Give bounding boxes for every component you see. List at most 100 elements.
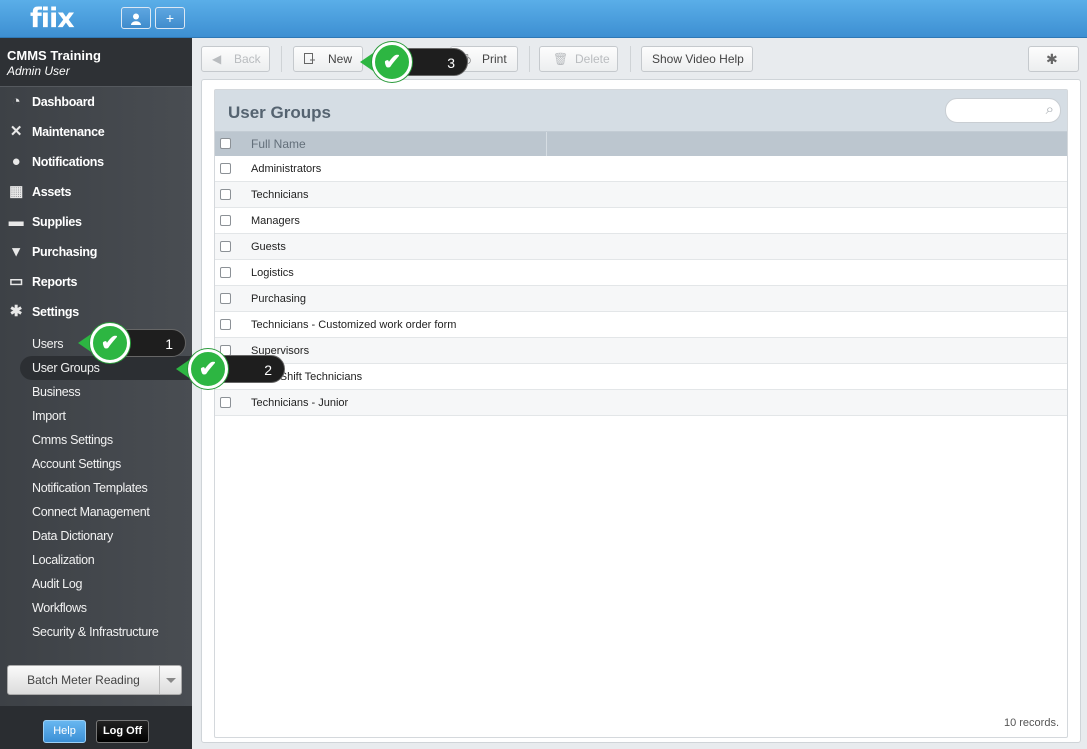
row-full-name[interactable]: Administrators xyxy=(251,156,321,182)
back-button[interactable]: ◀ Back xyxy=(201,46,270,72)
settings-business[interactable]: Business xyxy=(20,380,192,404)
chevron-down-icon[interactable] xyxy=(166,678,176,683)
row-full-name[interactable]: Logistics xyxy=(251,260,294,286)
settings-connect-management[interactable]: Connect Management xyxy=(20,500,192,524)
truck-icon: ▬ xyxy=(8,213,24,230)
user-icon xyxy=(131,10,141,25)
column-header-full-name[interactable]: Full Name xyxy=(251,132,306,156)
callout-number: 1 xyxy=(122,329,186,357)
table-row[interactable]: Guests xyxy=(215,234,1067,260)
row-full-name[interactable]: Technicians xyxy=(251,182,308,208)
row-checkbox[interactable] xyxy=(220,189,231,200)
row-checkbox[interactable] xyxy=(220,397,231,408)
checkmark-icon: ✔ xyxy=(188,349,228,389)
nav-label: Assets xyxy=(32,185,72,199)
nav-label: Notifications xyxy=(32,155,104,169)
checkmark-icon: ✔ xyxy=(372,42,412,82)
table-row[interactable]: Logistics xyxy=(215,260,1067,286)
table-row[interactable]: Managers xyxy=(215,208,1067,234)
toolbar-divider xyxy=(281,46,282,72)
add-button[interactable]: + xyxy=(155,7,185,29)
row-full-name[interactable]: Managers xyxy=(251,208,300,234)
settings-account-settings[interactable]: Account Settings xyxy=(20,452,192,476)
gear-icon: ✱ xyxy=(9,303,23,320)
current-user: Admin User xyxy=(7,64,70,78)
table-row[interactable]: Technicians - Junior xyxy=(215,390,1067,416)
table-header: Full Name xyxy=(215,132,1067,156)
batch-meter-reading-dropdown[interactable]: Batch Meter Reading xyxy=(7,665,182,695)
sidebar-footer: Help Log Off xyxy=(0,706,192,749)
settings-audit-log[interactable]: Audit Log xyxy=(20,572,192,596)
company-name: CMMS Training xyxy=(7,48,101,63)
panel-header: User Groups ⌕ xyxy=(215,90,1067,132)
search-icon: ⌕ xyxy=(1045,101,1054,118)
callout-step-3: 3 ✔ xyxy=(360,42,468,82)
new-button[interactable]: New xyxy=(293,46,363,72)
sidebar: CMMS Training Admin User ◔ Dashboard ✕ M… xyxy=(0,38,192,749)
settings-workflows[interactable]: Workflows xyxy=(20,596,192,620)
table-row[interactable]: Administrators xyxy=(215,156,1067,182)
table-row[interactable]: Purchasing xyxy=(215,286,1067,312)
table-row[interactable]: Technicians xyxy=(215,182,1067,208)
page-title: User Groups xyxy=(228,103,331,122)
nav-label: Settings xyxy=(32,305,79,319)
nav-dashboard[interactable]: ◔ Dashboard xyxy=(0,87,192,117)
help-button[interactable]: Help xyxy=(43,720,86,743)
row-checkbox[interactable] xyxy=(220,293,231,304)
nav-settings[interactable]: ✱ Settings xyxy=(0,297,192,327)
user-button[interactable] xyxy=(121,7,151,29)
row-checkbox[interactable] xyxy=(220,215,231,226)
chart-icon: ▭ xyxy=(9,273,23,290)
nav-label: Dashboard xyxy=(32,95,95,109)
table-row[interactable]: Night Shift Technicians xyxy=(215,364,1067,390)
nav-supplies[interactable]: ▬ Supplies xyxy=(0,207,192,237)
batch-meter-reading-button[interactable]: Batch Meter Reading xyxy=(8,666,160,694)
column-divider xyxy=(546,132,547,156)
settings-notification-templates[interactable]: Notification Templates xyxy=(20,476,192,500)
box-icon: ▦ xyxy=(9,183,23,200)
select-all-checkbox[interactable] xyxy=(220,138,231,149)
row-full-name[interactable]: Technicians - Junior xyxy=(251,390,348,416)
speech-bubble-icon: ● xyxy=(11,153,21,170)
nav-purchasing[interactable]: ▾ Purchasing xyxy=(0,237,192,267)
fiix-logo[interactable]: fiix xyxy=(30,3,75,34)
company-info: CMMS Training Admin User xyxy=(0,38,192,87)
settings-import[interactable]: Import xyxy=(20,404,192,428)
gear-icon: ✱ xyxy=(1046,51,1058,67)
row-full-name[interactable]: Technicians - Customized work order form xyxy=(251,312,456,338)
settings-button[interactable]: ✱ xyxy=(1028,46,1079,72)
row-full-name[interactable]: Purchasing xyxy=(251,286,306,312)
table-row[interactable]: Supervisors xyxy=(215,338,1067,364)
table-row[interactable]: Technicians - Customized work order form xyxy=(215,312,1067,338)
nav-maintenance[interactable]: ✕ Maintenance xyxy=(0,117,192,147)
delete-button[interactable]: 🗑 Delete xyxy=(539,46,618,72)
row-full-name[interactable]: Guests xyxy=(251,234,286,260)
settings-cmms-settings[interactable]: Cmms Settings xyxy=(20,428,192,452)
dashboard-icon: ◔ xyxy=(11,93,21,110)
row-checkbox[interactable] xyxy=(220,163,231,174)
top-bar: fiix + xyxy=(0,0,1087,38)
main-panel: User Groups ⌕ Full Name Administrators T… xyxy=(201,79,1081,743)
row-checkbox[interactable] xyxy=(220,241,231,252)
row-checkbox[interactable] xyxy=(220,267,231,278)
settings-data-dictionary[interactable]: Data Dictionary xyxy=(20,524,192,548)
trash-icon: 🗑 xyxy=(553,52,569,66)
nav-assets[interactable]: ▦ Assets xyxy=(0,177,192,207)
nav-label: Maintenance xyxy=(32,125,105,139)
row-checkbox[interactable] xyxy=(220,319,231,330)
nav-reports[interactable]: ▭ Reports xyxy=(0,267,192,297)
settings-localization[interactable]: Localization xyxy=(20,548,192,572)
log-off-button[interactable]: Log Off xyxy=(96,720,149,743)
toolbar-divider xyxy=(529,46,530,72)
callout-number: 3 xyxy=(406,48,468,76)
new-document-icon xyxy=(304,47,315,71)
checkmark-icon: ✔ xyxy=(90,323,130,363)
settings-security-infrastructure[interactable]: Security & Infrastructure xyxy=(20,620,192,644)
nav-notifications[interactable]: ● Notifications xyxy=(0,147,192,177)
callout-step-2: 2 ✔ xyxy=(176,349,285,389)
show-video-help-button[interactable]: Show Video Help xyxy=(641,46,753,72)
nav-label: Purchasing xyxy=(32,245,98,259)
plus-icon: + xyxy=(165,10,175,26)
search-input[interactable]: ⌕ xyxy=(945,98,1061,123)
cart-icon: ▾ xyxy=(12,243,20,260)
